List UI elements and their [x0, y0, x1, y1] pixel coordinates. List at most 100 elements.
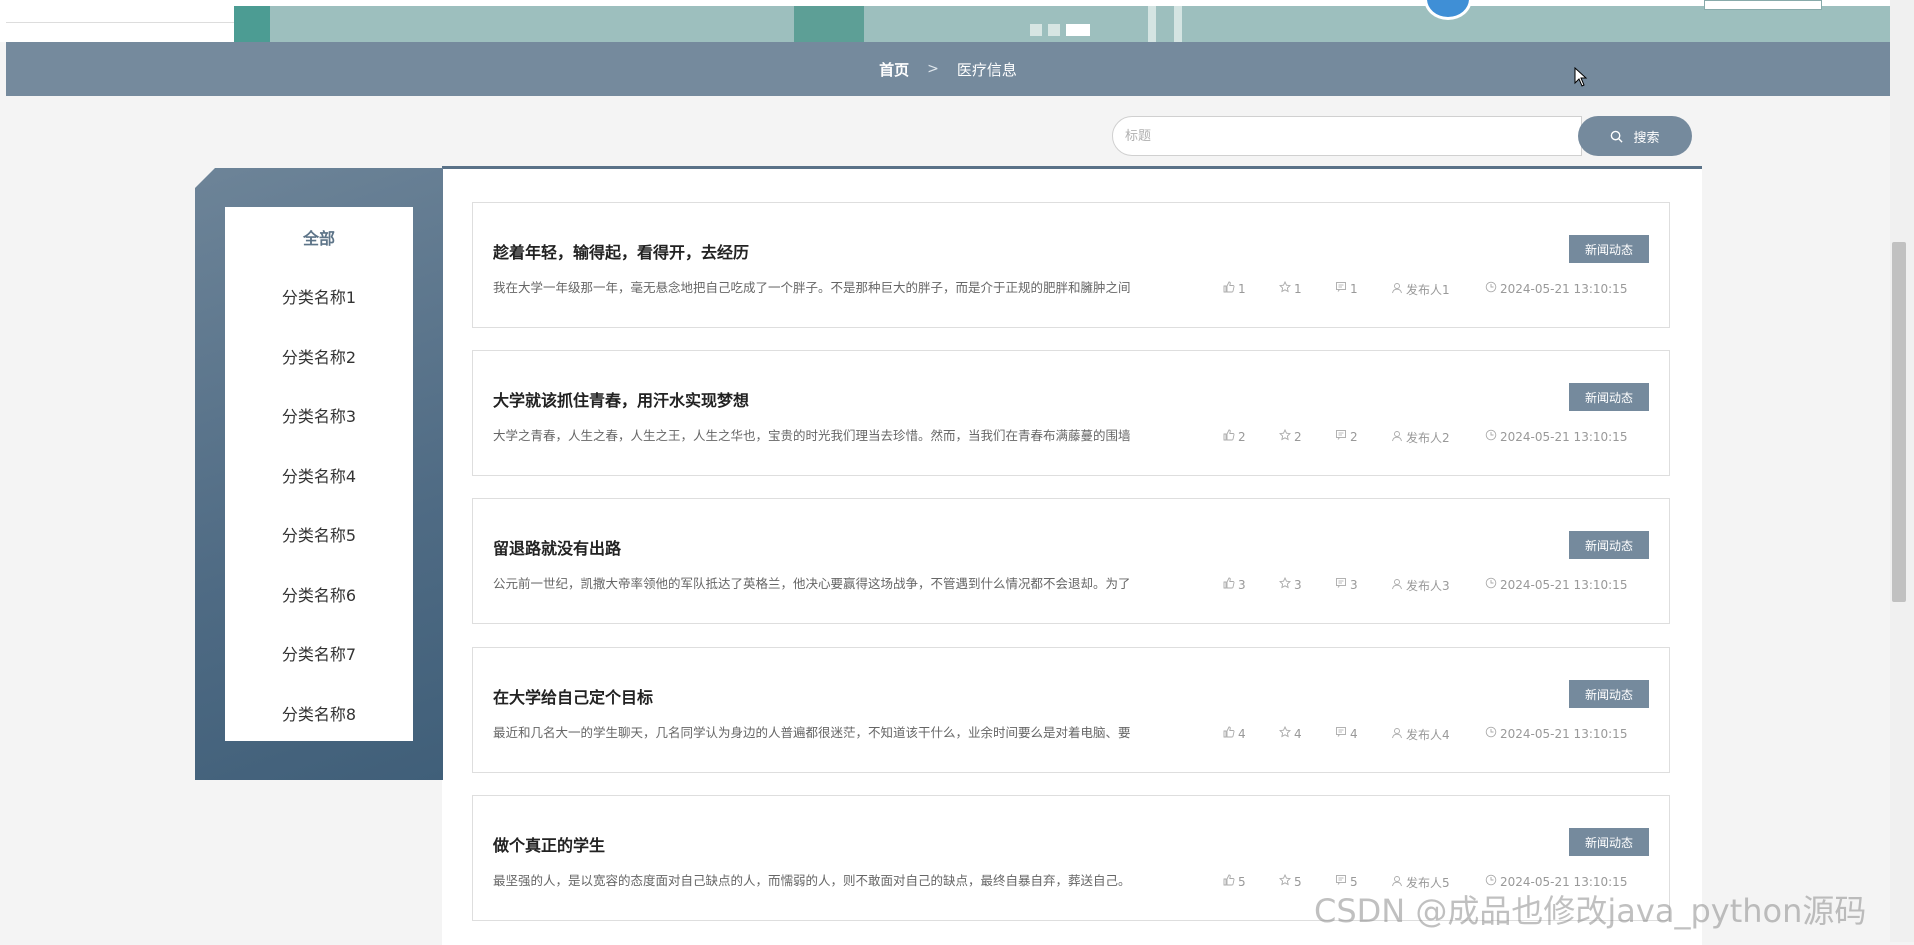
article-author: 发布人4: [1391, 726, 1450, 743]
user-icon: [1391, 727, 1403, 742]
article-comments[interactable]: 2: [1335, 429, 1358, 444]
carousel-dot[interactable]: [1048, 24, 1060, 36]
article-favorites[interactable]: 5: [1278, 873, 1302, 889]
clock-icon: [1485, 281, 1497, 296]
publish-time: 2024-05-21 13:10:15: [1500, 577, 1628, 592]
comments-count: 4: [1350, 726, 1358, 741]
sidebar-item-category-4[interactable]: 分类名称4: [225, 445, 413, 505]
clock-icon: [1485, 429, 1497, 444]
article-comments[interactable]: 4: [1335, 726, 1358, 741]
top-banner: [0, 0, 1914, 42]
favorites-count: 4: [1294, 726, 1302, 741]
carousel-indicators: [1030, 24, 1090, 36]
article-title[interactable]: 趁着年轻，输得起，看得开，去经历: [493, 239, 749, 263]
carousel-dot-active[interactable]: [1066, 24, 1090, 36]
sidebar-item-category-2[interactable]: 分类名称2: [225, 326, 413, 386]
article-likes[interactable]: 1: [1223, 281, 1246, 296]
article-favorites[interactable]: 4: [1278, 725, 1302, 741]
likes-count: 5: [1238, 874, 1246, 889]
article-author: 发布人1: [1391, 281, 1450, 298]
article-tag-button[interactable]: 新闻动态: [1569, 235, 1649, 263]
floating-widget[interactable]: [1704, 0, 1822, 10]
search-button[interactable]: 搜索: [1578, 116, 1692, 156]
likes-count: 2: [1238, 429, 1246, 444]
sidebar-item-category-8[interactable]: 分类名称8: [225, 683, 413, 743]
article-tag-button[interactable]: 新闻动态: [1569, 680, 1649, 708]
article-title[interactable]: 在大学给自己定个目标: [493, 684, 653, 708]
article-title[interactable]: 留退路就没有出路: [493, 535, 621, 559]
article-comments[interactable]: 3: [1335, 577, 1358, 592]
sidebar-item-all[interactable]: 全部: [225, 207, 413, 267]
search-input[interactable]: [1112, 116, 1582, 156]
article-favorites[interactable]: 2: [1278, 428, 1302, 444]
thumbs-up-icon: [1223, 429, 1235, 444]
likes-count: 1: [1238, 281, 1246, 296]
breadcrumb-home[interactable]: 首页: [879, 59, 909, 80]
search-icon: [1611, 130, 1624, 143]
article-excerpt: 大学之青春，人生之春，人生之王，人生之华也，宝贵的时光我们理当去珍惜。然而，当我…: [493, 428, 1131, 443]
article-tag-button[interactable]: 新闻动态: [1569, 383, 1649, 411]
favorites-count: 5: [1294, 874, 1302, 889]
clock-icon: [1485, 577, 1497, 592]
star-icon: [1278, 428, 1292, 444]
author-name: 发布人3: [1406, 579, 1450, 593]
sidebar-item-category-7[interactable]: 分类名称7: [225, 624, 413, 684]
category-sidebar: 全部 分类名称1 分类名称2 分类名称3 分类名称4 分类名称5 分类名称6 分…: [225, 207, 413, 741]
user-icon: [1391, 282, 1403, 297]
article-author: 发布人2: [1391, 429, 1450, 446]
banner-left-panel: [6, 6, 234, 23]
author-name: 发布人1: [1406, 283, 1450, 297]
comment-icon: [1335, 577, 1347, 592]
sidebar-item-category-5[interactable]: 分类名称5: [225, 505, 413, 565]
article-favorites[interactable]: 1: [1278, 280, 1302, 296]
thumbs-up-icon: [1223, 281, 1235, 296]
carousel-decoration: [1174, 6, 1182, 42]
article-tag-button[interactable]: 新闻动态: [1569, 531, 1649, 559]
carousel-decoration: [1148, 6, 1156, 42]
article-likes[interactable]: 5: [1223, 874, 1246, 889]
article-likes[interactable]: 2: [1223, 429, 1246, 444]
star-icon: [1278, 725, 1292, 741]
author-name: 发布人4: [1406, 728, 1450, 742]
star-icon: [1278, 576, 1292, 592]
likes-count: 3: [1238, 577, 1246, 592]
favorites-count: 2: [1294, 429, 1302, 444]
clock-icon: [1485, 726, 1497, 741]
article-title[interactable]: 大学就该抓住青春，用汗水实现梦想: [493, 387, 749, 411]
breadcrumb: 首页 > 医疗信息: [6, 42, 1890, 96]
article-likes[interactable]: 4: [1223, 726, 1246, 741]
breadcrumb-current: 医疗信息: [956, 60, 1017, 79]
likes-count: 4: [1238, 726, 1246, 741]
breadcrumb-separator: >: [927, 61, 939, 77]
article-title[interactable]: 做个真正的学生: [493, 832, 605, 856]
carousel-dot[interactable]: [1030, 24, 1042, 36]
comments-count: 3: [1350, 577, 1358, 592]
user-icon: [1391, 578, 1403, 593]
article-excerpt: 最坚强的人，是以宽容的态度面对自己缺点的人，而懦弱的人，则不敢面对自己的缺点，最…: [493, 873, 1131, 888]
sidebar-item-category-1[interactable]: 分类名称1: [225, 267, 413, 327]
article-favorites[interactable]: 3: [1278, 576, 1302, 592]
article-excerpt: 公元前一世纪，凯撒大帝率领他的军队抵达了英格兰，他决心要赢得这场战争，不管遇到什…: [493, 576, 1131, 591]
article-card[interactable]: 在大学给自己定个目标 最近和几名大一的学生聊天，几名同学认为身边的人普遍都很迷茫，…: [472, 647, 1670, 773]
comment-icon: [1335, 726, 1347, 741]
article-tag-button[interactable]: 新闻动态: [1569, 828, 1649, 856]
watermark: CSDN @成品也修改java_python源码: [1314, 892, 1867, 930]
article-comments[interactable]: 1: [1335, 281, 1358, 296]
article-card[interactable]: 趁着年轻，输得起，看得开，去经历 我在大学一年级那一年，毫无悬念地把自己吃成了一个…: [472, 202, 1670, 328]
thumbs-up-icon: [1223, 577, 1235, 592]
star-icon: [1278, 873, 1292, 889]
article-likes[interactable]: 3: [1223, 577, 1246, 592]
article-card[interactable]: 大学就该抓住青春，用汗水实现梦想大学之青春，人生之春，人生之王，人生之华也，宝贵…: [472, 350, 1670, 476]
star-icon: [1278, 280, 1292, 296]
page-scrollbar-thumb[interactable]: [1892, 242, 1906, 602]
favorites-count: 1: [1294, 281, 1302, 296]
article-time: 2024-05-21 13:10:15: [1485, 577, 1627, 592]
favorites-count: 3: [1294, 577, 1302, 592]
comment-icon: [1335, 429, 1347, 444]
comment-icon: [1335, 281, 1347, 296]
sidebar-item-category-6[interactable]: 分类名称6: [225, 564, 413, 624]
author-name: 发布人2: [1406, 431, 1450, 445]
article-card[interactable]: 留退路就没有出路公元前一世纪，凯撒大帝率领他的军队抵达了英格兰，他决心要赢得这场…: [472, 498, 1670, 624]
sidebar-item-category-3[interactable]: 分类名称3: [225, 386, 413, 446]
user-icon: [1391, 430, 1403, 445]
